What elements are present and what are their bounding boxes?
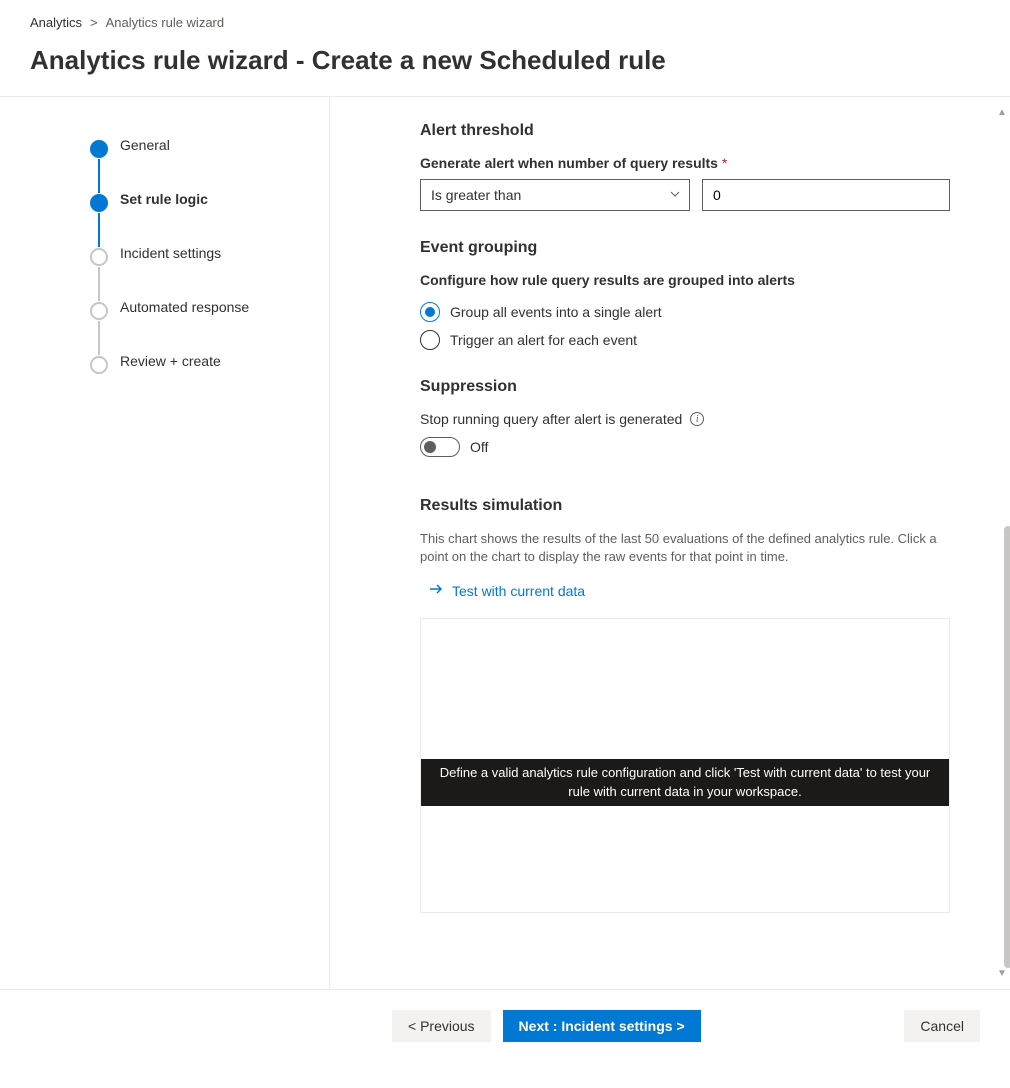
operator-select-value: Is greater than bbox=[431, 187, 521, 203]
event-grouping-radio-group: Group all events into a single alert Tri… bbox=[420, 298, 950, 354]
cancel-button[interactable]: Cancel bbox=[904, 1010, 980, 1042]
chevron-right-icon: > bbox=[90, 15, 98, 30]
previous-button[interactable]: < Previous bbox=[392, 1010, 491, 1042]
alert-threshold-label: Generate alert when number of query resu… bbox=[420, 155, 950, 171]
breadcrumb: Analytics > Analytics rule wizard bbox=[0, 0, 1010, 45]
test-link-label: Test with current data bbox=[452, 583, 585, 599]
scroll-down-icon[interactable]: ▼ bbox=[997, 968, 1007, 979]
scroll-thumb[interactable] bbox=[1004, 526, 1010, 968]
suppression-toggle[interactable] bbox=[420, 437, 460, 457]
wizard-footer: < Previous Next : Incident settings > Ca… bbox=[0, 989, 1010, 1062]
step-label: General bbox=[120, 137, 170, 153]
suppression-label: Stop running query after alert is genera… bbox=[420, 411, 682, 427]
step-label: Incident settings bbox=[120, 245, 221, 261]
content-pane: Alert threshold Generate alert when numb… bbox=[330, 97, 1010, 989]
threshold-value-input[interactable] bbox=[702, 179, 950, 211]
radio-trigger-each-event[interactable]: Trigger an alert for each event bbox=[420, 326, 950, 354]
event-grouping-label: Configure how rule query results are gro… bbox=[420, 272, 950, 288]
step-label: Automated response bbox=[120, 299, 249, 315]
step-label: Review + create bbox=[120, 353, 221, 369]
chevron-down-icon bbox=[669, 187, 681, 203]
breadcrumb-current: Analytics rule wizard bbox=[106, 15, 225, 30]
toggle-state-label: Off bbox=[470, 439, 488, 455]
radio-label: Group all events into a single alert bbox=[450, 304, 662, 320]
step-review-create[interactable]: Review + create bbox=[90, 353, 329, 407]
results-simulation-heading: Results simulation bbox=[420, 497, 950, 515]
test-with-current-data-link[interactable]: Test with current data bbox=[428, 581, 585, 600]
radio-icon bbox=[420, 302, 440, 322]
event-grouping-heading: Event grouping bbox=[420, 239, 950, 257]
scrollbar[interactable]: ▲ ▼ bbox=[996, 107, 1008, 979]
page-title: Analytics rule wizard - Create a new Sch… bbox=[0, 45, 1010, 96]
radio-group-all-events[interactable]: Group all events into a single alert bbox=[420, 298, 950, 326]
radio-label: Trigger an alert for each event bbox=[450, 332, 637, 348]
toggle-knob bbox=[424, 441, 436, 453]
step-incident-settings[interactable]: Incident settings bbox=[90, 245, 329, 299]
main-container: General Set rule logic Incident settings… bbox=[0, 96, 1010, 989]
breadcrumb-root[interactable]: Analytics bbox=[30, 15, 82, 30]
results-chart-placeholder: Define a valid analytics rule configurat… bbox=[420, 618, 950, 913]
arrow-right-icon bbox=[428, 581, 444, 600]
results-simulation-desc: This chart shows the results of the last… bbox=[420, 530, 950, 566]
chart-instruction-banner: Define a valid analytics rule configurat… bbox=[421, 759, 949, 805]
step-automated-response[interactable]: Automated response bbox=[90, 299, 329, 353]
wizard-steps-sidebar: General Set rule logic Incident settings… bbox=[0, 97, 330, 989]
step-label: Set rule logic bbox=[120, 191, 208, 207]
info-icon[interactable]: i bbox=[690, 412, 704, 426]
radio-icon bbox=[420, 330, 440, 350]
operator-select[interactable]: Is greater than bbox=[420, 179, 690, 211]
alert-threshold-heading: Alert threshold bbox=[420, 122, 950, 140]
suppression-heading: Suppression bbox=[420, 378, 950, 396]
scroll-up-icon[interactable]: ▲ bbox=[997, 107, 1007, 118]
step-set-rule-logic[interactable]: Set rule logic bbox=[90, 191, 329, 245]
step-general[interactable]: General bbox=[90, 137, 329, 191]
next-button[interactable]: Next : Incident settings > bbox=[503, 1010, 701, 1042]
